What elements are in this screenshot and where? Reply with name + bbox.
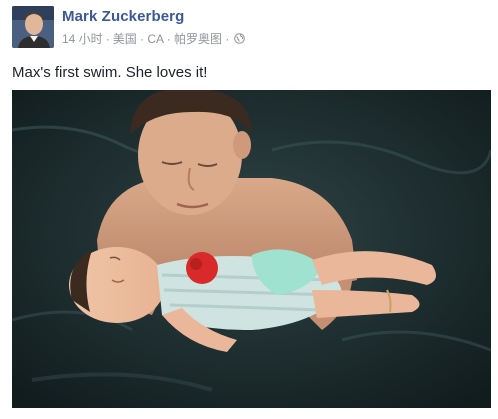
- globe-icon[interactable]: [234, 33, 246, 44]
- meta-separator: ·: [105, 31, 110, 46]
- avatar-portrait: [12, 6, 54, 48]
- profile-avatar[interactable]: [12, 6, 54, 48]
- swimming-photo-illustration: [12, 90, 491, 408]
- post-caption: Max's first swim. She loves it!: [12, 64, 208, 81]
- post-timestamp[interactable]: 14 小时: [62, 30, 103, 47]
- post-location[interactable]: 美国 · CA · 帕罗奥图 ·: [113, 30, 230, 47]
- post-meta: 14 小时 · 美国 · CA · 帕罗奥图 ·: [62, 30, 246, 47]
- facebook-post: Mark Zuckerberg 14 小时 · 美国 · CA · 帕罗奥图 ·…: [0, 0, 498, 419]
- post-photo[interactable]: [12, 90, 491, 408]
- author-name[interactable]: Mark Zuckerberg: [62, 8, 184, 25]
